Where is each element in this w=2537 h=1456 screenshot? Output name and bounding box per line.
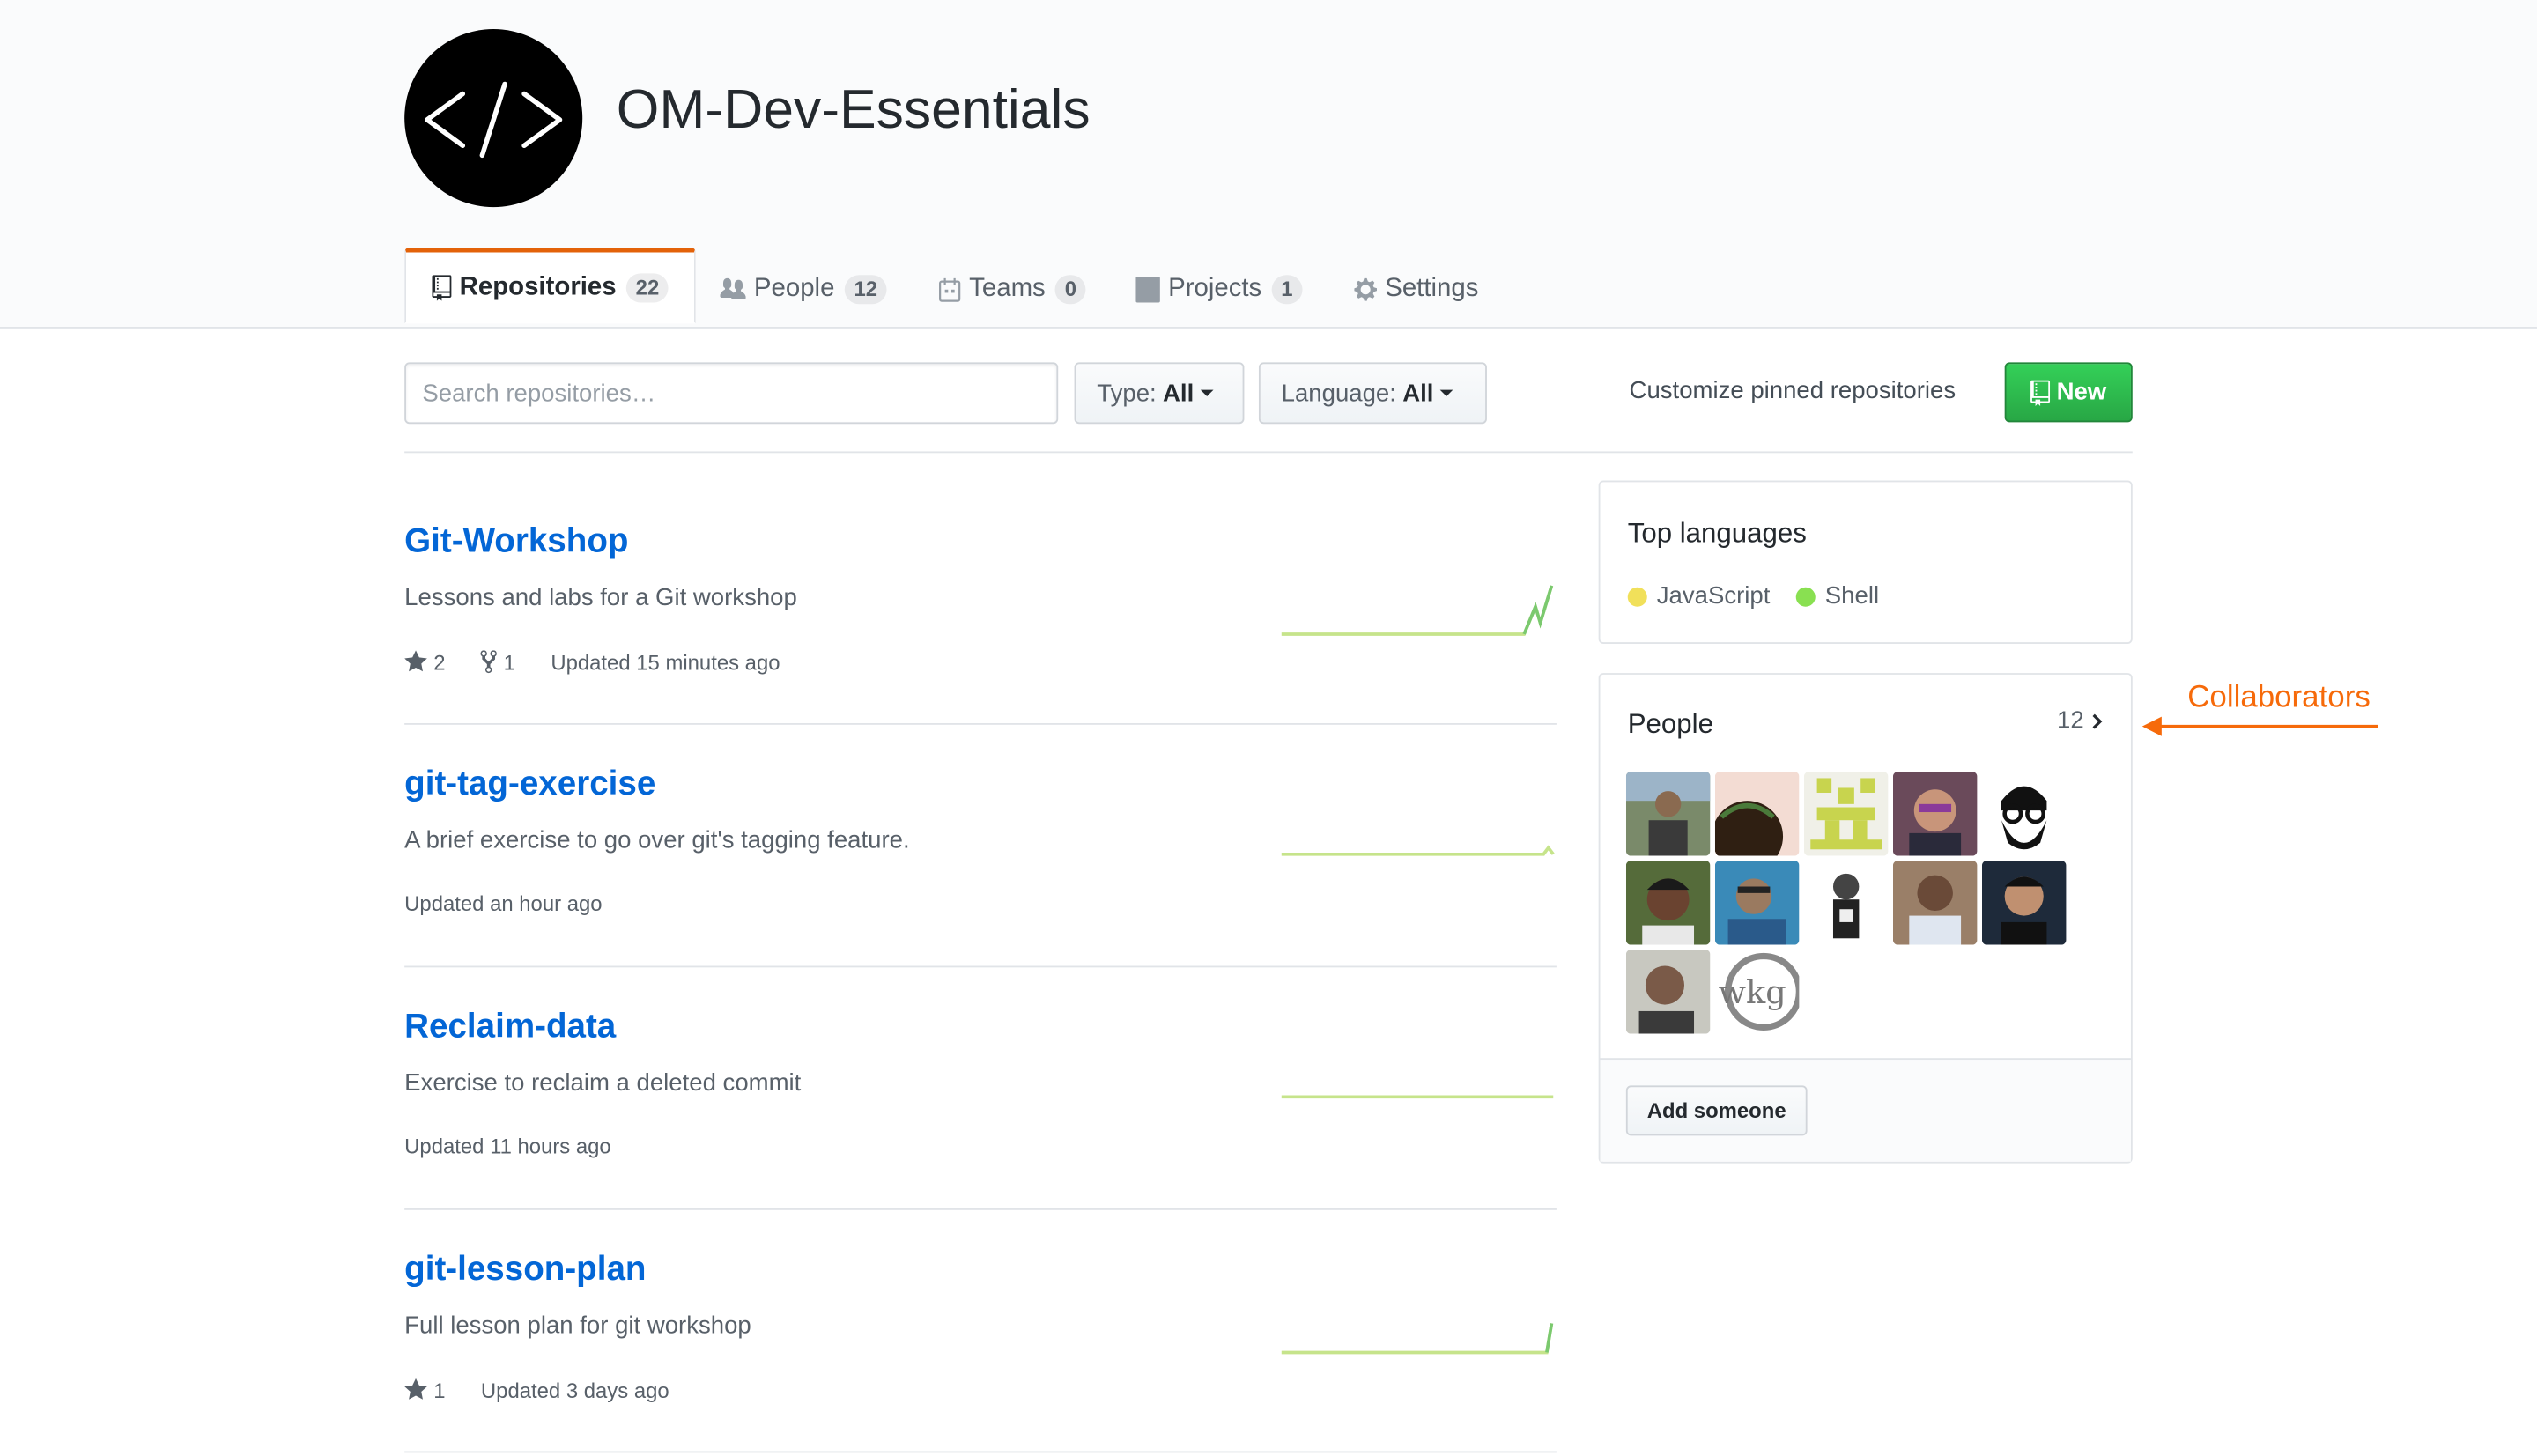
member-avatar[interactable] — [1803, 861, 1889, 945]
type-filter-label: Type: — [1097, 379, 1157, 407]
caret-down-icon — [1200, 389, 1214, 396]
top-languages-title: Top languages — [1627, 517, 1807, 549]
repo-activity-sparkline — [1281, 845, 1555, 856]
repo-updated: Updated 11 hours ago — [404, 1134, 611, 1159]
repo-description: Exercise to reclaim a deleted commit — [404, 1069, 802, 1098]
repo-name-link[interactable]: git-tag-exercise — [404, 765, 655, 804]
fork-icon — [480, 650, 498, 674]
repo-description: Full lesson plan for git workshop — [404, 1312, 751, 1340]
tab-repositories-label: Repositories — [459, 272, 617, 300]
tab-people-count: 12 — [844, 275, 888, 305]
member-avatar[interactable] — [1892, 772, 1978, 856]
member-avatar[interactable] — [1714, 772, 1800, 856]
chevron-right-icon — [2092, 713, 2103, 728]
language-color-dot — [1795, 586, 1816, 606]
repo-name-link[interactable]: Reclaim-data — [404, 1008, 616, 1046]
people-count: 12 — [2057, 706, 2084, 735]
people-footer: Add someone — [1600, 1058, 2131, 1162]
people-icon — [720, 277, 746, 302]
repo-icon — [432, 274, 452, 300]
repo-updated: Updated 3 days ago — [480, 1377, 669, 1402]
member-avatar[interactable] — [1625, 950, 1711, 1034]
top-languages-box: Top languages JavaScript Shell — [1598, 480, 2133, 645]
member-avatar[interactable] — [1803, 772, 1889, 856]
type-filter-dropdown[interactable]: Type: All — [1074, 362, 1245, 425]
filter-divider — [404, 451, 2133, 454]
teams-icon — [938, 277, 961, 302]
repo-name-link[interactable]: Git-Workshop — [404, 522, 628, 561]
member-avatar[interactable] — [1625, 861, 1711, 945]
repo-updated: Updated 15 minutes ago — [551, 649, 780, 674]
language-color-dot — [1627, 586, 1647, 606]
tab-people-label: People — [753, 275, 835, 303]
code-icon — [425, 81, 563, 159]
language-shell[interactable]: Shell — [1795, 582, 1880, 610]
tab-projects-label: Projects — [1168, 275, 1262, 303]
repo-stars-count: 2 — [433, 649, 446, 674]
repo-forks-count: 1 — [503, 649, 515, 674]
annotation-arrow-icon — [2141, 716, 2378, 736]
language-filter-dropdown[interactable]: Language: All — [1258, 362, 1487, 425]
repo-meta: 1 Updated 3 days ago — [404, 1377, 669, 1402]
repo-activity-sparkline — [1281, 585, 1554, 636]
org-header: OM-Dev-Essentials Repositories 22 People… — [0, 0, 2537, 329]
repo-description: A brief exercise to go over git's taggin… — [404, 826, 910, 854]
language-javascript[interactable]: JavaScript — [1627, 582, 1771, 610]
repo-stars-count: 1 — [433, 1377, 446, 1402]
org-avatar — [404, 29, 583, 208]
member-avatar[interactable]: wkg — [1714, 950, 1800, 1034]
repo-item: git-tag-exercise A brief exercise to go … — [404, 723, 1557, 968]
language-name: Shell — [1824, 582, 1880, 610]
repo-description: Lessons and labs for a Git workshop — [404, 584, 797, 612]
tab-projects[interactable]: Projects 1 — [1135, 253, 1303, 327]
tab-settings-label: Settings — [1385, 275, 1479, 303]
repo-updated: Updated an hour ago — [404, 891, 603, 916]
repo-activity-sparkline — [1281, 1323, 1554, 1355]
repo-stars-link[interactable]: 2 — [404, 649, 446, 675]
tab-people[interactable]: People 12 — [720, 253, 888, 327]
repo-meta: 2 1 Updated 15 minutes ago — [404, 649, 780, 675]
repo-activity-sparkline — [1281, 1095, 1554, 1099]
star-icon — [404, 1378, 427, 1400]
tab-settings[interactable]: Settings — [1354, 253, 1478, 327]
org-name: OM-Dev-Essentials — [616, 78, 1091, 141]
language-filter-label: Language: — [1281, 379, 1396, 407]
tab-repositories[interactable]: Repositories 22 — [404, 248, 697, 324]
repo-stars-link[interactable]: 1 — [404, 1377, 446, 1402]
customize-pinned-link[interactable]: Customize pinned repositories — [1630, 377, 1956, 404]
star-icon — [404, 650, 427, 672]
tab-projects-count: 1 — [1271, 275, 1303, 305]
repo-icon — [2030, 379, 2051, 406]
tab-teams-label: Teams — [969, 275, 1046, 303]
repo-item: Reclaim-data Exercise to reclaim a delet… — [404, 966, 1557, 1210]
member-avatar[interactable] — [1981, 861, 2067, 945]
people-count-link[interactable]: 12 — [2057, 707, 2104, 735]
tab-teams[interactable]: Teams 0 — [938, 253, 1087, 327]
gear-icon — [1354, 277, 1378, 302]
member-avatar[interactable] — [1981, 772, 2067, 856]
repo-name-link[interactable]: git-lesson-plan — [404, 1251, 646, 1290]
tab-teams-count: 0 — [1054, 275, 1087, 305]
people-title: People — [1627, 708, 1713, 740]
add-someone-button[interactable]: Add someone — [1625, 1085, 1808, 1136]
caret-down-icon — [1439, 389, 1453, 396]
language-filter-value: All — [1402, 379, 1434, 407]
member-avatar[interactable] — [1625, 772, 1711, 856]
new-repo-button[interactable]: New — [2004, 362, 2133, 423]
repo-meta: Updated an hour ago — [404, 891, 602, 916]
language-name: JavaScript — [1656, 582, 1771, 610]
repo-item: Git-Workshop Lessons and labs for a Git … — [404, 480, 1557, 725]
repo-meta: Updated 11 hours ago — [404, 1134, 611, 1159]
project-icon — [1135, 277, 1160, 303]
tab-repositories-count: 22 — [625, 272, 669, 302]
new-repo-label: New — [2056, 378, 2107, 407]
type-filter-value: All — [1163, 379, 1195, 407]
repo-item: git-lesson-plan Full lesson plan for git… — [404, 1208, 1557, 1453]
member-avatar[interactable] — [1892, 861, 1978, 945]
repo-forks-link[interactable]: 1 — [480, 649, 515, 675]
svg-text:wkg: wkg — [1719, 973, 1786, 1011]
search-input[interactable] — [404, 362, 1059, 425]
people-box: People 12 wkg Add someone — [1598, 673, 2133, 1164]
member-avatar[interactable] — [1714, 861, 1800, 945]
